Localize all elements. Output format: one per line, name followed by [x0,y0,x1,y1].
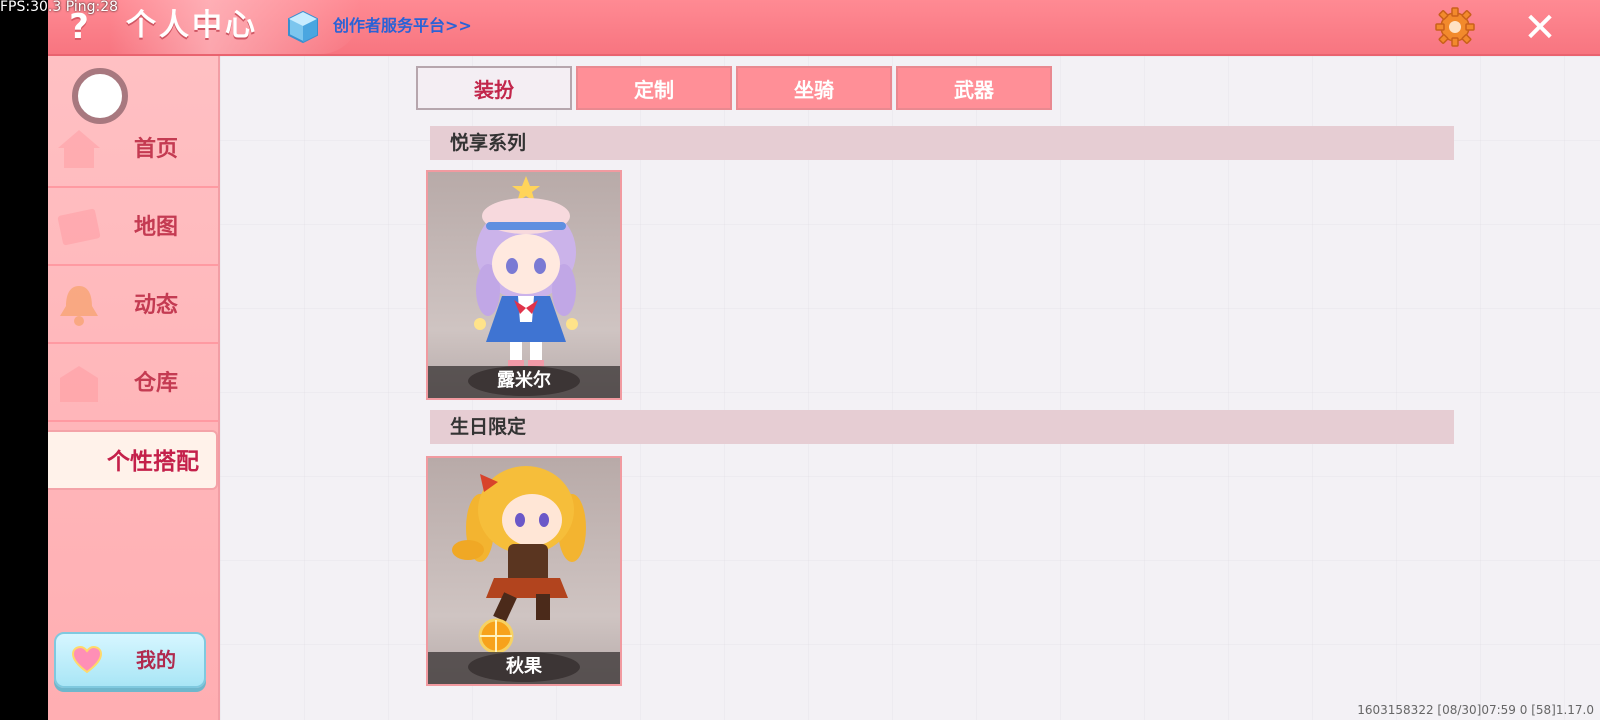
card-name: 秋果 [468,652,580,682]
sidebar-item-warehouse[interactable]: 仓库 [48,346,218,422]
sidebar: 首页 地图 动态 仓库 个性搭配 我的 [48,56,220,720]
close-button[interactable]: ✕ [1518,6,1562,50]
outfit-card[interactable]: 秋果 [426,456,622,686]
bell-icon [60,286,98,326]
mine-button[interactable]: 我的 [54,632,206,688]
creator-platform-icon[interactable] [286,10,320,44]
mine-button-label: 我的 [136,648,176,672]
card-name: 露米尔 [468,366,580,396]
content-area: 装扮 定制 坐骑 武器 悦享系列 露米尔 生日限定 秋果 1603158322 … [220,56,1600,720]
character-qiuguo-image [452,466,586,654]
personal-center-window: ? 个人中心 创作者服务平台>> ✕ 首页 地图 动态 仓库 个性搭配 我的 装… [48,0,1600,720]
creator-platform-link[interactable]: 创作者服务平台>> [333,14,472,38]
section-header: 生日限定 [430,410,1454,444]
fps-overlay: FPS:30.3 Ping:28 [0,0,119,15]
sidebar-item-label: 仓库 [133,371,178,396]
gear-icon[interactable] [1434,6,1476,48]
game-screen: ? 个人中心 创作者服务平台>> ✕ 首页 地图 动态 仓库 个性搭配 我的 装… [0,0,1600,720]
sidebar-item-home[interactable]: 首页 [48,112,218,188]
sidebar-item-label: 首页 [133,137,178,162]
sidebar-item-label: 动态 [133,293,178,318]
map-icon [57,208,101,246]
sidebar-item-map[interactable]: 地图 [48,190,218,266]
warehouse-icon [60,366,98,402]
sidebar-item-outfit[interactable]: 个性搭配 [48,430,218,490]
heart-icon [72,646,102,674]
character-lumier-image [474,176,578,368]
sidebar-item-label: 地图 [133,215,178,240]
outfit-card[interactable]: 露米尔 [426,170,622,400]
home-icon [58,130,100,168]
tab-mount[interactable]: 坐骑 [736,66,892,110]
page-title: 个人中心 [126,8,258,43]
sidebar-item-dynamic[interactable]: 动态 [48,268,218,344]
tab-custom[interactable]: 定制 [576,66,732,110]
section-header: 悦享系列 [430,126,1454,160]
tab-dress[interactable]: 装扮 [416,66,572,110]
tab-weapon[interactable]: 武器 [896,66,1052,110]
top-bar: ? 个人中心 创作者服务平台>> ✕ [48,0,1600,56]
version-info: 1603158322 [08/30]07:59 0 [58]1.17.0 [1357,703,1594,717]
sidebar-item-label: 个性搭配 [107,449,199,475]
